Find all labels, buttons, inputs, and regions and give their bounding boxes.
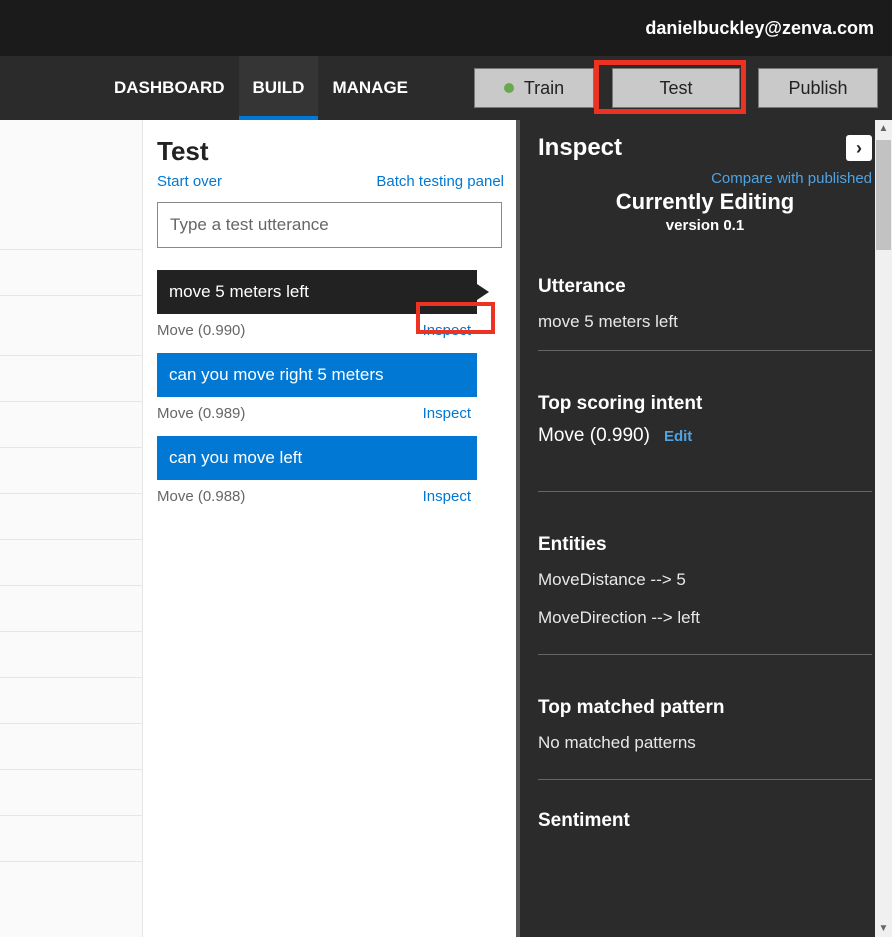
inspect-panel: Inspect › Compare with published Current… xyxy=(520,120,892,937)
section-divider xyxy=(538,654,872,655)
entity-row: MoveDirection --> left xyxy=(538,608,872,628)
left-strip xyxy=(0,120,143,937)
utterance-heading: Utterance xyxy=(538,276,872,298)
test-button[interactable]: Test xyxy=(612,68,740,108)
utterance-score: Move (0.990) xyxy=(157,322,245,339)
inspect-link[interactable]: Inspect xyxy=(417,320,477,341)
nav-build[interactable]: BUILD xyxy=(239,56,319,120)
top-intent-value: Move (0.990) xyxy=(538,425,650,447)
user-email: danielbuckley@zenva.com xyxy=(645,18,874,39)
train-button[interactable]: Train xyxy=(474,68,594,108)
currently-editing-label: Currently Editing xyxy=(538,189,872,215)
utterance-input[interactable]: Type a test utterance xyxy=(157,202,502,248)
compare-with-published-link[interactable]: Compare with published xyxy=(538,170,872,187)
utterance-score: Move (0.989) xyxy=(157,405,245,422)
start-over-link[interactable]: Start over xyxy=(157,173,222,190)
nav-manage[interactable]: MANAGE xyxy=(318,56,422,120)
edit-intent-link[interactable]: Edit xyxy=(664,428,692,445)
utterance-list: move 5 meters left Move (0.990) Inspect … xyxy=(157,270,504,507)
publish-button[interactable]: Publish xyxy=(758,68,878,108)
utterance-row: can you move left Move (0.988) Inspect xyxy=(157,436,477,507)
utterance-bubble[interactable]: can you move right 5 meters xyxy=(157,353,477,397)
scroll-down-arrow-icon[interactable]: ▼ xyxy=(875,920,892,937)
inspect-title: Inspect xyxy=(538,134,622,162)
entities-heading: Entities xyxy=(538,534,872,556)
top-pattern-heading: Top matched pattern xyxy=(538,697,872,719)
batch-testing-link[interactable]: Batch testing panel xyxy=(376,173,504,190)
nav-dashboard[interactable]: DASHBOARD xyxy=(100,56,239,120)
utterance-value: move 5 meters left xyxy=(538,312,872,332)
scroll-up-arrow-icon[interactable]: ▲ xyxy=(875,120,892,137)
section-divider xyxy=(538,779,872,780)
utterance-bubble[interactable]: move 5 meters left xyxy=(157,270,477,314)
scrollbar[interactable]: ▲ ▼ xyxy=(875,120,892,937)
train-status-dot-icon xyxy=(504,83,514,93)
utterance-row: can you move right 5 meters Move (0.989)… xyxy=(157,353,477,424)
publish-label: Publish xyxy=(788,78,847,99)
utterance-row: move 5 meters left Move (0.990) Inspect xyxy=(157,270,477,341)
section-divider xyxy=(538,350,872,351)
top-intent-heading: Top scoring intent xyxy=(538,393,872,415)
top-pattern-value: No matched patterns xyxy=(538,733,872,753)
top-bar: danielbuckley@zenva.com xyxy=(0,0,892,56)
test-panel-title: Test xyxy=(157,136,504,167)
section-divider xyxy=(538,491,872,492)
test-panel: Test Start over Batch testing panel Type… xyxy=(143,120,516,937)
inspect-link[interactable]: Inspect xyxy=(417,486,477,507)
train-label: Train xyxy=(524,78,564,99)
test-label: Test xyxy=(659,78,692,99)
scrollbar-thumb[interactable] xyxy=(876,140,891,250)
chevron-right-icon[interactable]: › xyxy=(846,135,872,161)
version-label: version 0.1 xyxy=(538,217,872,234)
main-area: Test Start over Batch testing panel Type… xyxy=(0,120,892,937)
utterance-bubble[interactable]: can you move left xyxy=(157,436,477,480)
sentiment-heading: Sentiment xyxy=(538,810,872,832)
entity-row: MoveDistance --> 5 xyxy=(538,570,872,590)
nav-bar: DASHBOARD BUILD MANAGE Train Test Publis… xyxy=(0,56,892,120)
utterance-score: Move (0.988) xyxy=(157,488,245,505)
inspect-link[interactable]: Inspect xyxy=(417,403,477,424)
